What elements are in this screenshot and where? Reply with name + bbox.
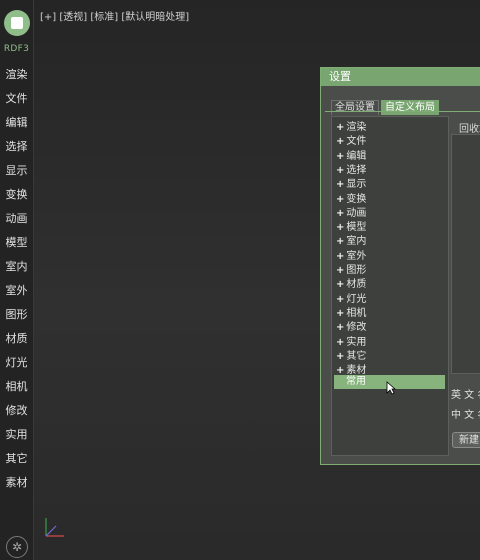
category-label: 变换 [346, 193, 367, 205]
category-label: 显示 [346, 179, 367, 191]
category-label: 灯光 [346, 293, 367, 305]
sidebar-item[interactable]: 实用 [0, 426, 33, 450]
category-label: 相机 [346, 307, 367, 319]
category-item[interactable]: + 渲染 [336, 121, 366, 135]
category-item[interactable]: + 相机 [336, 307, 366, 321]
camera-icon[interactable] [4, 10, 30, 36]
mouse-cursor-icon [386, 381, 396, 395]
sidebar-item[interactable]: 文件 [0, 90, 33, 114]
sidebar-item[interactable]: 灯光 [0, 354, 33, 378]
category-item[interactable]: + 编辑 [336, 150, 366, 164]
sidebar-item[interactable]: 编辑 [0, 114, 33, 138]
brand-label: RDF3 [3, 44, 30, 54]
viewport-label[interactable]: [+] [透视] [标准] [默认明暗处理] [40, 8, 189, 23]
category-item[interactable]: + 实用 [336, 336, 366, 350]
plus-icon[interactable]: + [336, 308, 344, 319]
plus-icon[interactable]: + [336, 222, 344, 233]
plus-icon[interactable]: + [336, 294, 344, 305]
viewport[interactable]: [+] [透视] [标准] [默认明暗处理] 设置 全局设置 自定义布局 + 渲染 +… [34, 0, 480, 560]
category-item[interactable]: + 动画 [336, 207, 366, 221]
category-label: 动画 [346, 207, 367, 219]
category-label: 室内 [346, 236, 367, 248]
new-button[interactable]: 新建 [452, 432, 480, 448]
category-list: + 渲染 + 文件 + 编辑 + 选择 + 显示 + 变换 + 动画 + 模型 + 室内 + 室外 + 图形 + 材质 + 灯光 +… [331, 116, 449, 456]
category-label: 其它 [346, 350, 367, 362]
sidebar-item[interactable]: 模型 [0, 234, 33, 258]
sidebar-item[interactable]: 室外 [0, 282, 33, 306]
plus-icon[interactable]: + [336, 279, 344, 290]
gear-icon[interactable]: ✲ [6, 536, 28, 558]
plus-icon[interactable]: + [336, 151, 344, 162]
sidebar-item[interactable]: 动画 [0, 210, 33, 234]
plus-icon[interactable]: + [336, 265, 344, 276]
sidebar-item[interactable]: 相机 [0, 378, 33, 402]
sidebar-item[interactable]: 室内 [0, 258, 33, 282]
tab-bar: 全局设置 自定义布局 [331, 95, 441, 115]
plus-icon[interactable]: + [336, 351, 344, 362]
sidebar-item[interactable]: 素材 [0, 474, 33, 498]
category-item[interactable]: + 室外 [336, 250, 366, 264]
category-label: 实用 [346, 336, 367, 348]
tab-global-settings[interactable]: 全局设置 [331, 100, 379, 115]
category-item[interactable]: + 文件 [336, 135, 366, 149]
sidebar-item[interactable]: 材质 [0, 330, 33, 354]
sidebar-item[interactable]: 图形 [0, 306, 33, 330]
recycle-bin-label: 回收站 [459, 124, 480, 135]
plus-icon[interactable]: + [336, 122, 344, 133]
category-item[interactable]: + 材质 [336, 278, 366, 292]
sidebar-item[interactable]: 渲染 [0, 66, 33, 90]
category-item[interactable]: + 修改 [336, 321, 366, 335]
sidebar: RDF3 渲染 文件 编辑 选择 显示 变换 动画 模型 室内 室外 图形 材质 灯光 相机 修改 实用 其它素… [0, 0, 34, 560]
plus-icon[interactable]: + [336, 136, 344, 147]
category-item[interactable]: + 选择 [336, 164, 366, 178]
plus-icon[interactable]: + [336, 337, 344, 348]
plus-icon[interactable]: + [336, 194, 344, 205]
category-label: 室外 [346, 250, 367, 262]
category-label: 选择 [346, 164, 367, 176]
english-name-label: 英 文 名 [451, 390, 480, 401]
sidebar-item[interactable]: 变换 [0, 186, 33, 210]
category-item[interactable]: + 室内 [336, 235, 366, 249]
settings-dialog: 设置 全局设置 自定义布局 + 渲染 + 文件 + 编辑 + 选择 + 显示 + 变换 + 动画 + 模型 + 室内… [320, 67, 480, 465]
plus-icon[interactable]: + [336, 165, 344, 176]
category-label: 模型 [346, 222, 367, 234]
sidebar-menu: 渲染 文件 编辑 选择 显示 变换 动画 模型 室内 室外 图形 材质 灯光 相机 修改 实用 其它 素材 [0, 66, 33, 498]
category-label: 材质 [346, 279, 367, 291]
category-item[interactable]: + 模型 [336, 221, 366, 235]
category-label: 修改 [346, 322, 367, 334]
category-item[interactable]: + 图形 [336, 264, 366, 278]
category-item[interactable]: + 变换 [336, 193, 366, 207]
category-label: 文件 [346, 136, 367, 148]
sidebar-item[interactable]: 其它 [0, 450, 33, 474]
axis-gizmo-icon [45, 518, 64, 537]
category-item[interactable]: + 显示 [336, 178, 366, 192]
category-item[interactable]: + 灯光 [336, 293, 366, 307]
plus-icon[interactable]: + [336, 208, 344, 219]
sidebar-item[interactable]: 显示 [0, 162, 33, 186]
sidebar-item[interactable]: 修改 [0, 402, 33, 426]
recycle-bin-list[interactable] [451, 134, 480, 374]
plus-icon[interactable]: + [336, 322, 344, 333]
category-item[interactable]: + 其它 [336, 350, 366, 364]
category-label: 编辑 [346, 150, 367, 162]
category-label: 图形 [346, 265, 367, 276]
tab-custom-layout[interactable]: 自定义布局 [381, 100, 439, 115]
plus-icon[interactable]: + [336, 236, 344, 247]
dialog-title[interactable]: 设置 [321, 68, 480, 86]
category-label: 渲染 [346, 122, 367, 133]
plus-icon[interactable]: + [336, 179, 344, 190]
sidebar-item[interactable]: 选择 [0, 138, 33, 162]
plus-icon[interactable]: + [336, 251, 344, 262]
chinese-name-label: 中 文 名 [451, 410, 480, 421]
